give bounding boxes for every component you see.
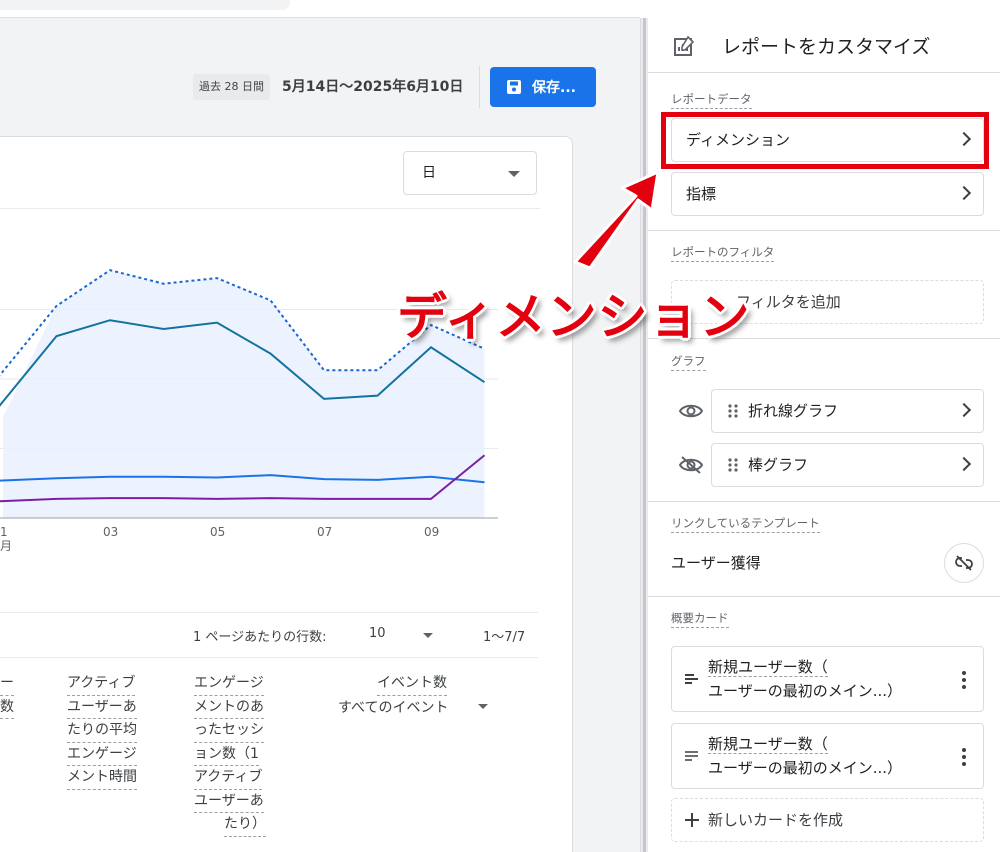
chart-edit-icon [674,35,695,56]
summary-card-subtitle: ユーザーの最初のメイン...） [708,682,903,700]
column-header-partial[interactable]: ー 数 [0,672,14,719]
rows-per-page-select[interactable]: 10 [369,626,386,641]
text-lines-icon [685,751,698,761]
save-icon [507,80,521,94]
x-tick-label: 1 [0,525,8,539]
summary-card-title: 新規ユーザー数（ [708,658,828,677]
panel-divider [648,72,1000,73]
event-filter-select[interactable]: すべてのイベント [338,697,448,717]
summary-card-subtitle: ユーザーの最初のメイン...） [708,759,903,777]
column-header-avg-engagement-time[interactable]: アクティブ ユーザーあ たりの平均 エンゲージ メント時間 [67,672,137,790]
unlink-button[interactable] [944,543,984,583]
metrics-button[interactable]: 指標 [671,172,984,216]
drag-handle-icon[interactable] [728,458,738,472]
header-divider [479,66,480,108]
top-strip [0,0,640,18]
summary-cards-label: 概要カード [671,610,729,628]
drag-handle-icon[interactable] [728,404,738,418]
arrow-icon [573,170,660,270]
chevron-down-icon[interactable] [423,633,433,638]
x-tick-label: 07 [317,525,332,539]
chevron-down-icon [508,171,520,177]
text-lines-icon [685,674,698,684]
report-filter-label: レポートのフィルタ [671,244,775,262]
search-bar-fragment[interactable] [0,0,290,10]
panel-title: レポートをカスタマイズ [722,36,931,58]
date-range-chip[interactable]: 過去 28 日間 [193,74,270,100]
panel-resize-handle[interactable] [640,18,648,852]
panel-divider [648,230,1000,231]
customize-report-panel: レポートをカスタマイズ レポートデータ ディメンション 指標 レポートのフィルタ… [648,18,1000,852]
chevron-right-icon [956,185,972,201]
eye-icon[interactable] [678,401,704,421]
table-top-divider [0,612,538,613]
linked-template-name: ユーザー獲得 [671,554,761,572]
save-button[interactable]: 保存... [490,67,596,107]
dimension-button[interactable]: ディメンション [671,118,984,162]
chevron-down-icon[interactable] [478,704,488,709]
x-tick-label: 09 [424,525,439,539]
linked-template-label: リンクしているテンプレート [671,515,820,533]
chevron-right-icon [956,131,972,147]
rows-per-page-label: 1 ページあたりの行数: [193,630,327,645]
callout-text: ディメンション [397,288,751,346]
plus-icon [685,813,699,827]
x-tick-label: 05 [210,525,225,539]
chevron-right-icon [956,456,972,472]
panel-divider [648,596,1000,597]
dimension-label: ディメンション [686,131,790,149]
bar-graph-button[interactable]: 棒グラフ [711,443,984,487]
create-card-label: 新しいカードを作成 [708,811,844,829]
granularity-select[interactable]: 日 [403,151,537,195]
more-vert-icon[interactable] [962,671,966,689]
create-card-button[interactable]: 新しいカードを作成 [671,798,984,842]
more-vert-icon[interactable] [962,748,966,766]
save-button-label: 保存... [532,80,576,96]
column-header-event-count[interactable]: イベント数 [377,672,447,696]
date-range-text[interactable]: 5月14日～2025年6月10日 [282,76,463,96]
summary-card-title: 新規ユーザー数（ [708,735,828,754]
x-tick-label: 03 [103,525,118,539]
link-off-icon [955,555,973,571]
line-graph-label: 折れ線グラフ [748,402,839,420]
line-graph-button[interactable]: 折れ線グラフ [711,389,984,433]
x-month-label: 月 [0,539,12,553]
summary-card[interactable]: 新規ユーザー数（ ユーザーの最初のメイン...） [671,723,984,789]
graph-label: グラフ [671,353,706,371]
summary-card[interactable]: 新規ユーザー数（ ユーザーの最初のメイン...） [671,646,984,712]
line-chart: 1 03 05 07 09 月 [0,269,498,553]
granularity-value: 日 [422,165,436,181]
panel-divider [648,501,1000,502]
column-header-engaged-sessions[interactable]: エンゲージ メントのあ ったセッシ ョン数（1 アクティブ ユーザーあ たり） [194,672,266,837]
metrics-label: 指標 [686,185,717,203]
eye-off-icon[interactable] [678,455,704,475]
chevron-right-icon [956,402,972,418]
page-range: 1～7/7 [483,630,526,645]
table-header-divider [0,657,538,658]
report-data-label: レポートデータ [671,91,752,109]
bar-graph-label: 棒グラフ [748,456,809,474]
